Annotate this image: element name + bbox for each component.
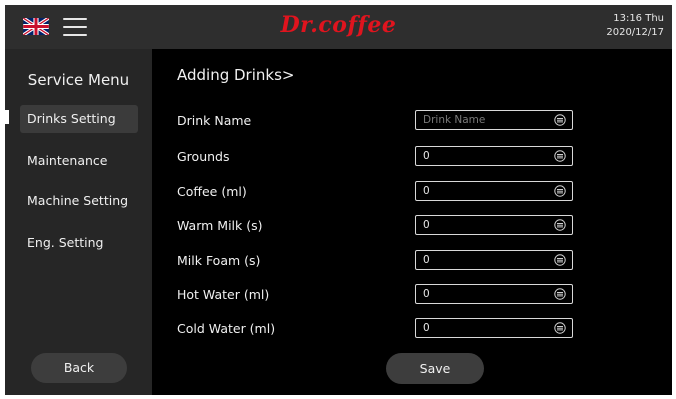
form-row-warm-milk: Warm Milk (s) [152, 215, 672, 239]
app-window: Dr.coffee 13:16 Thu 2020/12/17 Service M… [5, 5, 672, 395]
form-row-cold-water: Cold Water (ml) [152, 318, 672, 342]
drink-name-field [415, 110, 573, 130]
form-row-drink-name: Drink Name [152, 110, 672, 134]
keyboard-icon[interactable] [554, 185, 566, 197]
sidebar-item-drinks-setting[interactable]: Drinks Setting [20, 105, 138, 133]
page-title: Adding Drinks> [177, 66, 295, 84]
keyboard-icon[interactable] [554, 322, 566, 334]
hot-water-label: Hot Water (ml) [177, 287, 270, 302]
keyboard-icon[interactable] [554, 254, 566, 266]
clock-time: 13:16 Thu [613, 13, 664, 24]
sidebar: Service Menu Drinks Setting Maintenance … [5, 49, 152, 395]
keyboard-icon[interactable] [554, 219, 566, 231]
keyboard-icon[interactable] [554, 150, 566, 162]
warm-milk-field [415, 215, 573, 235]
milk-foam-label: Milk Foam (s) [177, 253, 261, 268]
sidebar-item-eng-setting[interactable]: Eng. Setting [20, 229, 138, 257]
warm-milk-input[interactable] [416, 216, 551, 234]
cold-water-label: Cold Water (ml) [177, 321, 276, 336]
sidebar-item-machine-setting[interactable]: Machine Setting [20, 187, 138, 215]
milk-foam-input[interactable] [416, 251, 551, 269]
main-panel: Adding Drinks> Drink Name Grounds Coffee… [152, 49, 672, 395]
coffee-label: Coffee (ml) [177, 184, 247, 199]
coffee-field [415, 181, 573, 201]
clock: 13:16 Thu 2020/12/17 [606, 12, 664, 40]
sidebar-item-maintenance[interactable]: Maintenance [20, 147, 138, 175]
active-item-marker [5, 110, 9, 124]
form-row-coffee: Coffee (ml) [152, 181, 672, 205]
form-row-milk-foam: Milk Foam (s) [152, 250, 672, 274]
grounds-label: Grounds [177, 149, 230, 164]
top-bar: Dr.coffee 13:16 Thu 2020/12/17 [5, 5, 672, 49]
hot-water-input[interactable] [416, 285, 551, 303]
drink-name-input[interactable] [416, 111, 551, 129]
clock-date: 2020/12/17 [606, 27, 664, 38]
hot-water-field [415, 284, 573, 304]
milk-foam-field [415, 250, 573, 270]
keyboard-icon[interactable] [554, 114, 566, 126]
back-button[interactable]: Back [31, 353, 127, 383]
form-row-grounds: Grounds [152, 146, 672, 170]
save-button[interactable]: Save [386, 353, 484, 384]
warm-milk-label: Warm Milk (s) [177, 218, 263, 233]
sidebar-title: Service Menu [27, 71, 130, 89]
cold-water-field [415, 318, 573, 338]
cold-water-input[interactable] [416, 319, 551, 337]
brand-logo: Dr.coffee [280, 12, 397, 38]
grounds-field [415, 146, 573, 166]
keyboard-icon[interactable] [554, 288, 566, 300]
coffee-input[interactable] [416, 182, 551, 200]
grounds-input[interactable] [416, 147, 551, 165]
form-row-hot-water: Hot Water (ml) [152, 284, 672, 308]
drink-name-label: Drink Name [177, 113, 252, 128]
